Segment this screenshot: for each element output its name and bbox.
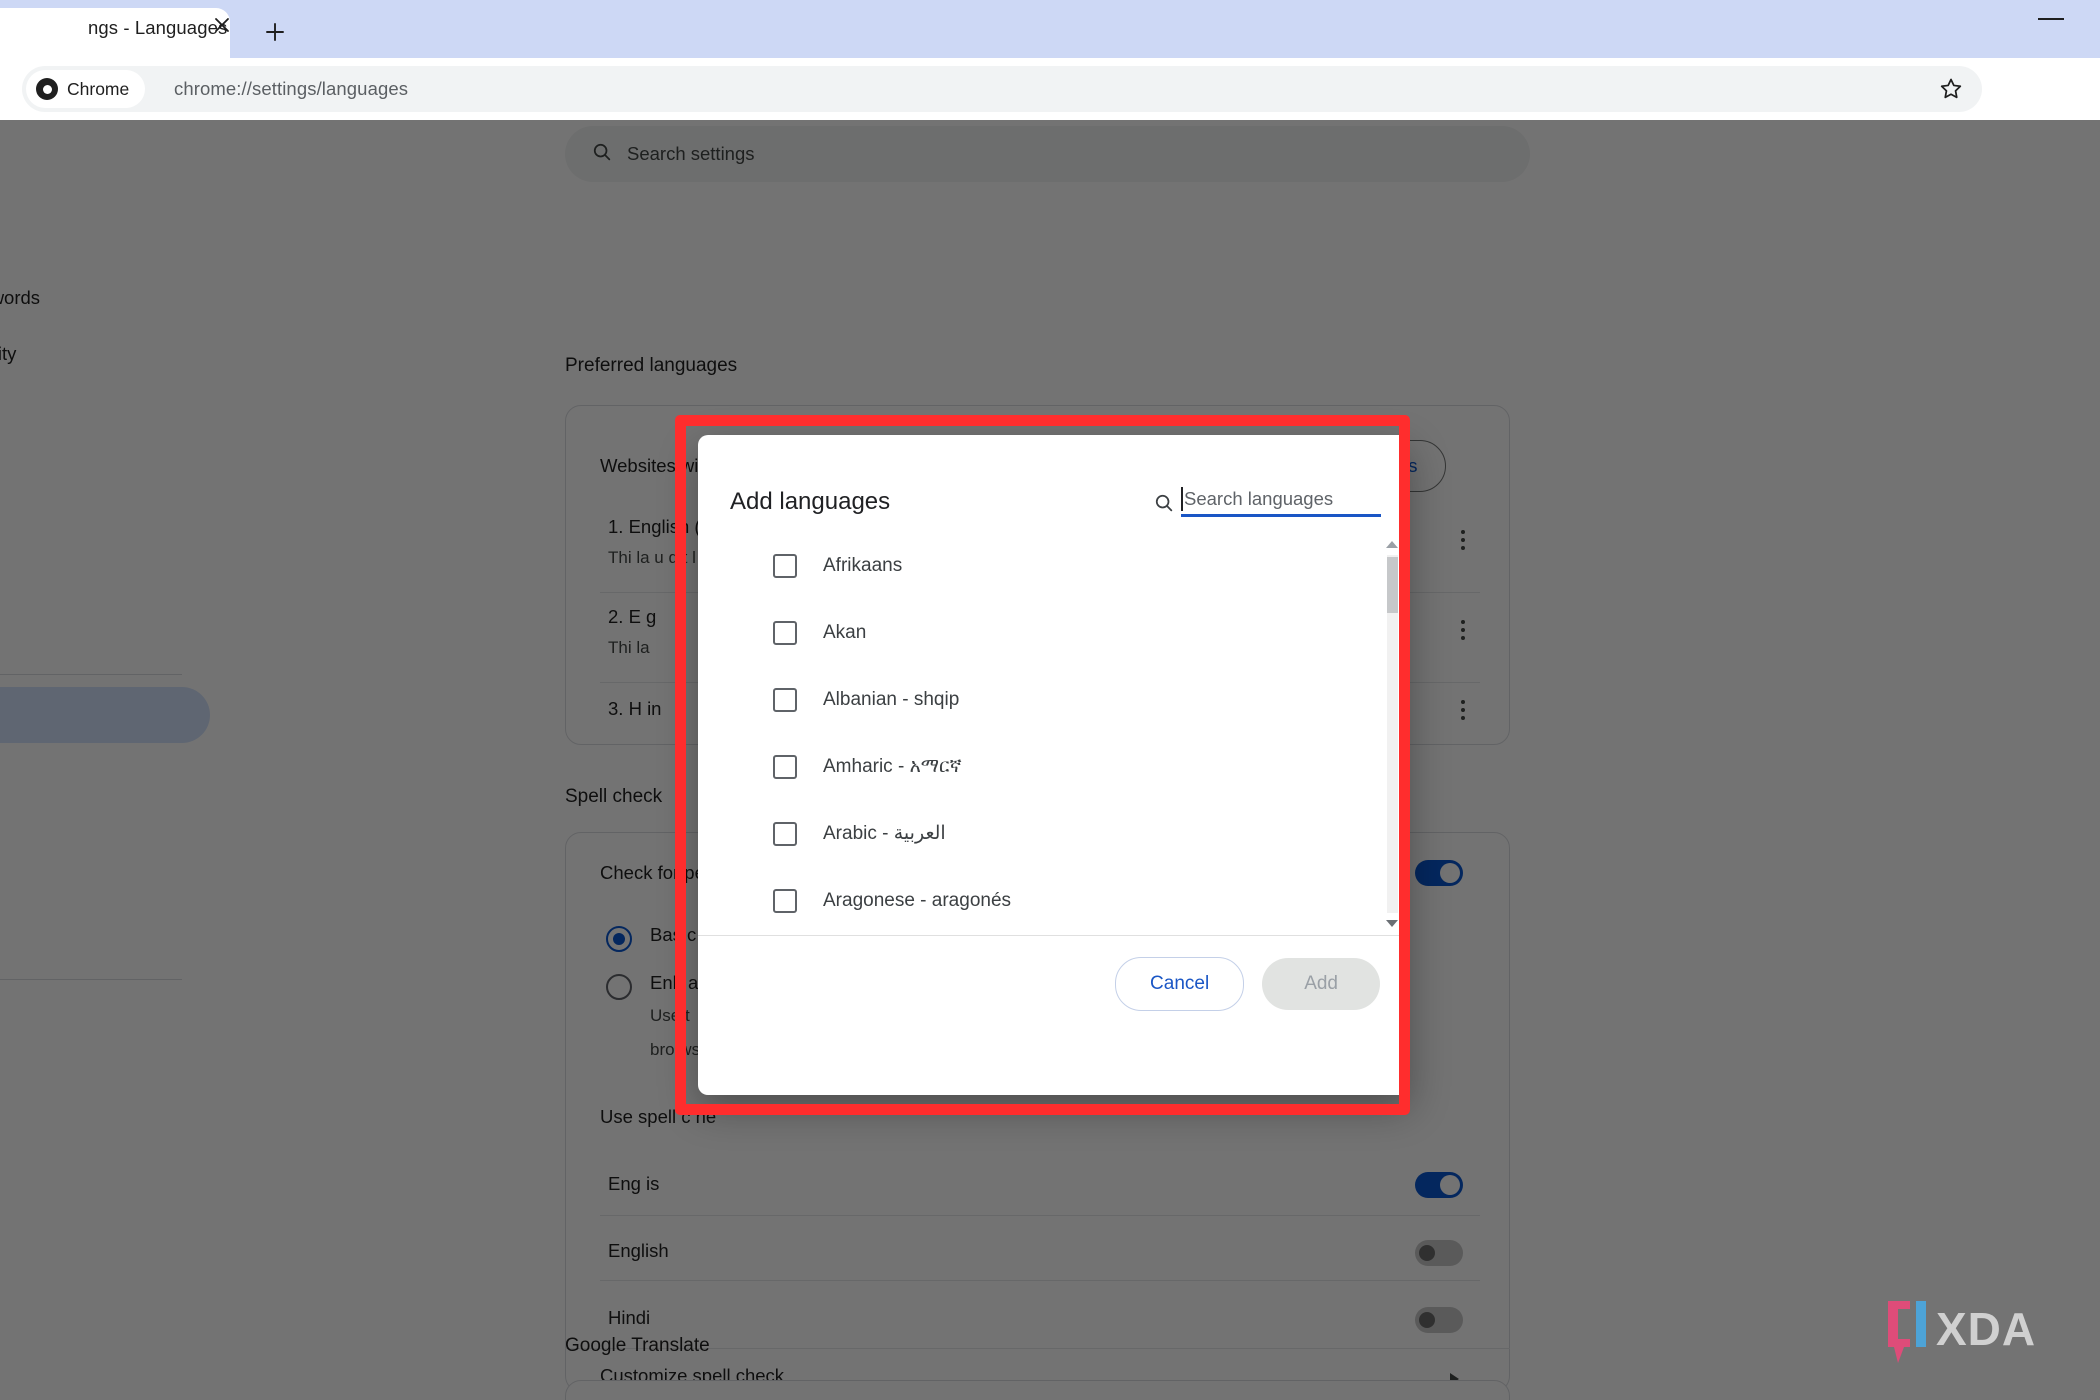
address-bar[interactable]: Chrome chrome://settings/languages bbox=[22, 66, 1982, 112]
chrome-logo-icon bbox=[36, 78, 58, 100]
plus-icon[interactable] bbox=[255, 12, 295, 52]
chrome-chip-label: Chrome bbox=[67, 79, 129, 100]
screen: ngs - Languages Chrome chrome://settings… bbox=[0, 0, 2100, 1400]
svg-text:XDA: XDA bbox=[1936, 1303, 2036, 1355]
chrome-chip: Chrome bbox=[26, 70, 145, 108]
xda-watermark: XDA bbox=[1880, 1295, 2060, 1372]
minimize-icon[interactable] bbox=[2038, 18, 2072, 22]
star-icon[interactable] bbox=[1934, 72, 1968, 106]
browser-tab-strip: ngs - Languages bbox=[0, 0, 2100, 58]
close-icon[interactable] bbox=[207, 10, 237, 40]
browser-toolbar: Chrome chrome://settings/languages bbox=[0, 58, 2100, 120]
address-bar-url: chrome://settings/languages bbox=[174, 78, 408, 100]
highlight-rectangle bbox=[675, 415, 1410, 1115]
